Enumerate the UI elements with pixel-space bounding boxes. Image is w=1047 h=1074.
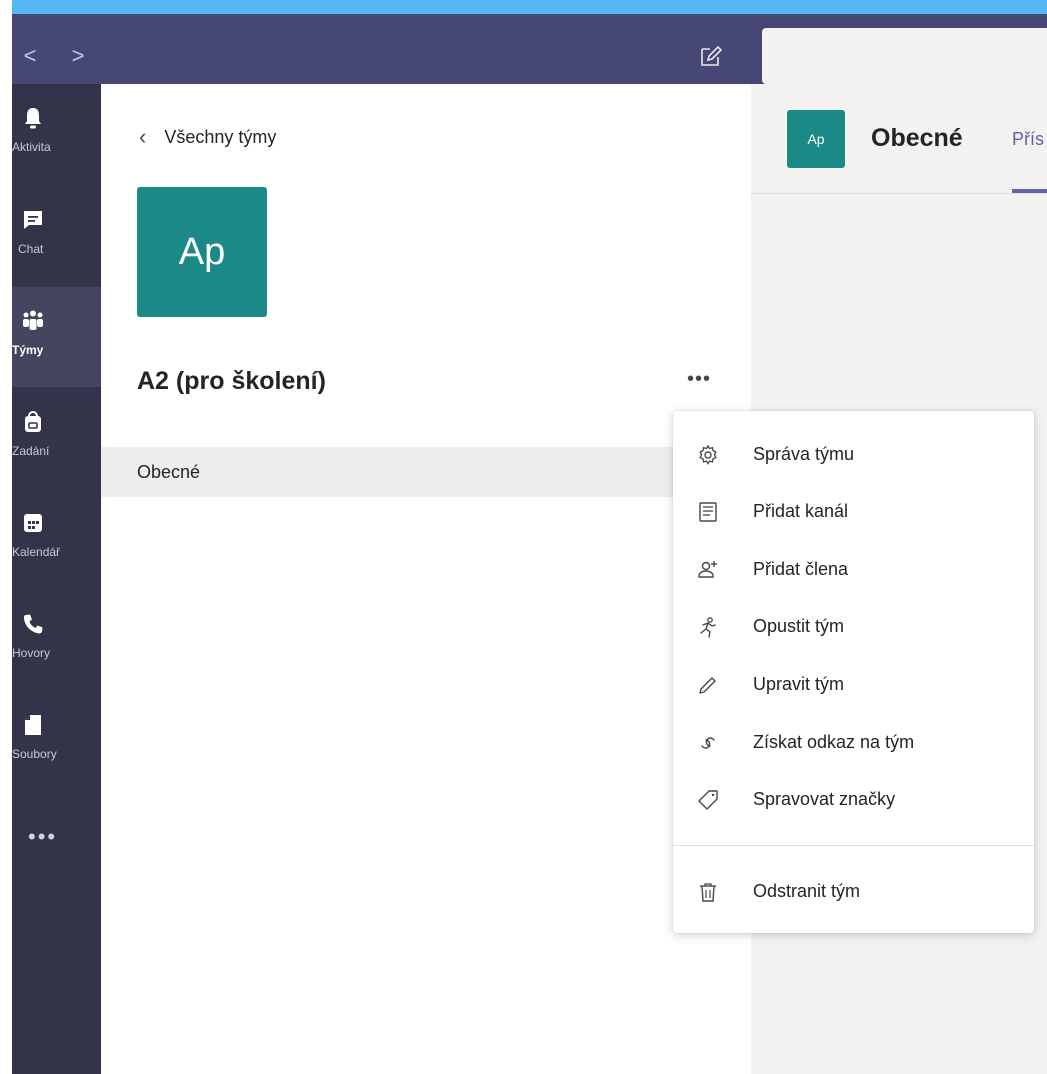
team-avatar: Ap (137, 187, 267, 317)
menu-item-label: Opustit tým (753, 616, 845, 636)
back-button[interactable]: < (20, 44, 40, 68)
chat-icon (24, 211, 42, 229)
files-icon (25, 715, 41, 735)
rail-label: Hovory (12, 646, 51, 660)
channel-title: Obecné (871, 124, 963, 152)
menu-item-label: Správa týmu (753, 444, 855, 464)
compose-icon[interactable] (698, 43, 724, 69)
title-bar: < > (12, 14, 1047, 84)
leave-icon (700, 617, 716, 638)
all-teams-label: Všechny týmy (164, 126, 277, 147)
menu-item-label: Přidat člena (753, 559, 849, 579)
menu-item-get-team-link[interactable]: Získat odkaz na tým (673, 718, 1034, 768)
search-input[interactable] (762, 28, 1047, 84)
menu-item-add-member[interactable]: Přidat člena (673, 545, 1034, 595)
tab-active-indicator (1012, 189, 1047, 193)
pencil-icon (699, 677, 716, 694)
tag-icon (698, 790, 718, 810)
add-channel-icon (699, 502, 717, 522)
slide-margin (0, 0, 12, 1074)
rail-item-activity[interactable]: Aktivita (12, 84, 101, 184)
link-icon (701, 737, 715, 749)
menu-item-edit-team[interactable]: Upravit tým (673, 660, 1034, 710)
menu-divider (673, 845, 1034, 846)
gear-icon (699, 444, 717, 465)
team-name: A2 (pro školení) (137, 367, 326, 395)
chevron-left-icon: ‹ (139, 124, 147, 149)
rail-label: Chat (18, 242, 44, 256)
assignments-icon (25, 411, 41, 432)
slide-backdrop (0, 0, 1047, 14)
menu-item-manage-team[interactable]: Správa týmu (673, 430, 1034, 480)
phone-icon (24, 614, 43, 634)
rail-item-calendar[interactable]: Kalendář (12, 489, 101, 589)
rail-item-chat[interactable]: Chat (12, 186, 101, 286)
rail-item-assignments[interactable]: Zadání (12, 388, 101, 488)
menu-item-label: Přidat kanál (753, 501, 849, 521)
menu-item-leave-team[interactable]: Opustit tým (673, 602, 1034, 652)
team-panel: ‹ Všechny týmy Ap A2 (pro školení) ••• O… (101, 84, 751, 1074)
tab-posts[interactable]: Přís (1012, 129, 1047, 150)
menu-item-label: Získat odkaz na tým (753, 732, 915, 752)
trash-icon (700, 883, 716, 902)
menu-item-label: Spravovat značky (753, 789, 896, 809)
calendar-icon (24, 514, 42, 532)
add-member-icon (698, 561, 717, 578)
rail-item-teams[interactable]: Týmy (12, 287, 101, 387)
menu-item-label: Upravit tým (753, 674, 845, 694)
menu-item-delete-team[interactable]: Odstranit tým (673, 867, 1034, 917)
rail-label: Týmy (12, 343, 44, 357)
channel-item-general[interactable]: Obecné (101, 447, 751, 497)
all-teams-link[interactable]: ‹ Všechny týmy (139, 124, 276, 150)
teams-icon (23, 310, 43, 330)
channel-label: Obecné (137, 462, 201, 482)
menu-item-add-channel[interactable]: Přidat kanál (673, 487, 1034, 537)
rail-item-files[interactable]: Soubory (12, 691, 101, 791)
bell-icon (25, 108, 41, 129)
rail-label: Zadání (12, 444, 50, 458)
rail-label: Soubory (12, 747, 57, 761)
rail-label: Aktivita (12, 140, 51, 154)
forward-button[interactable]: > (68, 44, 88, 68)
team-context-menu: Správa týmu Přidat kanál Přidat člena Op… (673, 411, 1034, 933)
rail-more-button[interactable]: ••• (28, 824, 57, 850)
channel-header: Ap Obecné Přís (751, 84, 1047, 194)
team-more-options-button[interactable]: ••• (687, 368, 711, 391)
menu-item-label: Odstranit tým (753, 881, 861, 901)
rail-label: Kalendář (12, 545, 61, 559)
app-rail: Aktivita Chat Týmy Zadání Kalendář Hovor… (12, 84, 101, 1074)
rail-item-calls[interactable]: Hovory (12, 590, 101, 690)
channel-team-avatar: Ap (787, 110, 845, 168)
menu-item-manage-tags[interactable]: Spravovat značky (673, 775, 1034, 825)
